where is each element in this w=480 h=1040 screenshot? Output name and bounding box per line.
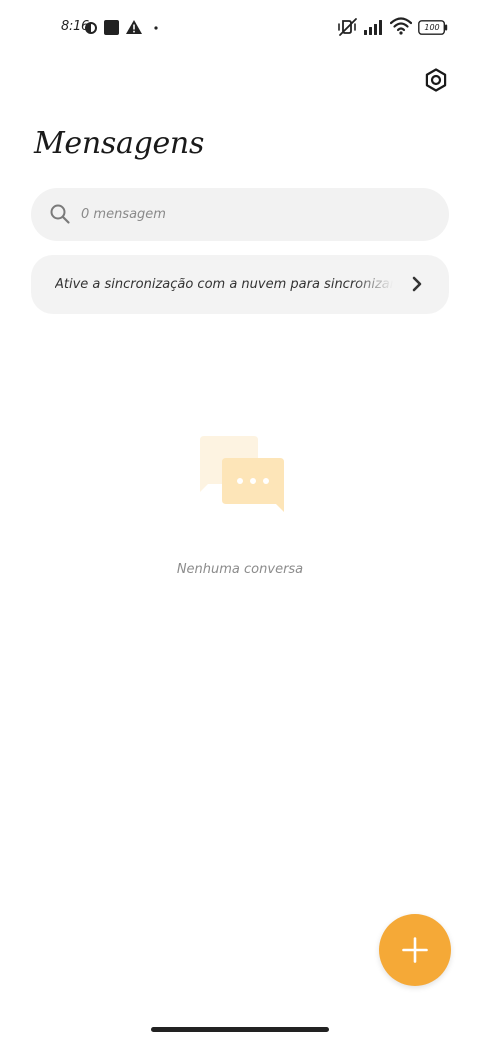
search-input[interactable] — [81, 188, 421, 241]
dot-icon — [154, 26, 158, 30]
chat-bubbles-icon — [200, 436, 284, 512]
sync-text-container: Ative a sincronização com a nuvem para s… — [55, 255, 393, 314]
page-title: Mensagens — [34, 126, 205, 161]
square-notification-icon — [104, 20, 119, 35]
search-icon — [50, 204, 70, 224]
empty-state-label: Nenhuma conversa — [176, 562, 304, 577]
home-indicator[interactable] — [151, 1027, 329, 1032]
battery-icon: 100 — [418, 20, 448, 35]
warning-icon — [126, 20, 142, 34]
cloud-sync-banner[interactable]: Ative a sincronização com a nuvem para s… — [31, 255, 449, 314]
battery-level: 100 — [424, 23, 440, 32]
data-saver-icon — [85, 22, 97, 34]
search-bar[interactable] — [31, 188, 449, 241]
sync-banner-text: Ative a sincronização com a nuvem para s… — [55, 277, 393, 292]
messages-screen: 8:16 100 Mensagens 0 mensagem Ative a si… — [0, 0, 480, 1040]
signal-icon — [364, 20, 382, 35]
plus-icon — [402, 937, 428, 963]
mute-vibrate-icon — [338, 18, 357, 36]
wifi-icon — [390, 17, 412, 35]
settings-hexagon-icon — [425, 68, 447, 92]
status-bar: 8:16 100 — [0, 0, 480, 56]
new-conversation-button[interactable] — [379, 914, 451, 986]
chevron-right-icon — [412, 276, 422, 292]
settings-button[interactable] — [420, 64, 452, 96]
